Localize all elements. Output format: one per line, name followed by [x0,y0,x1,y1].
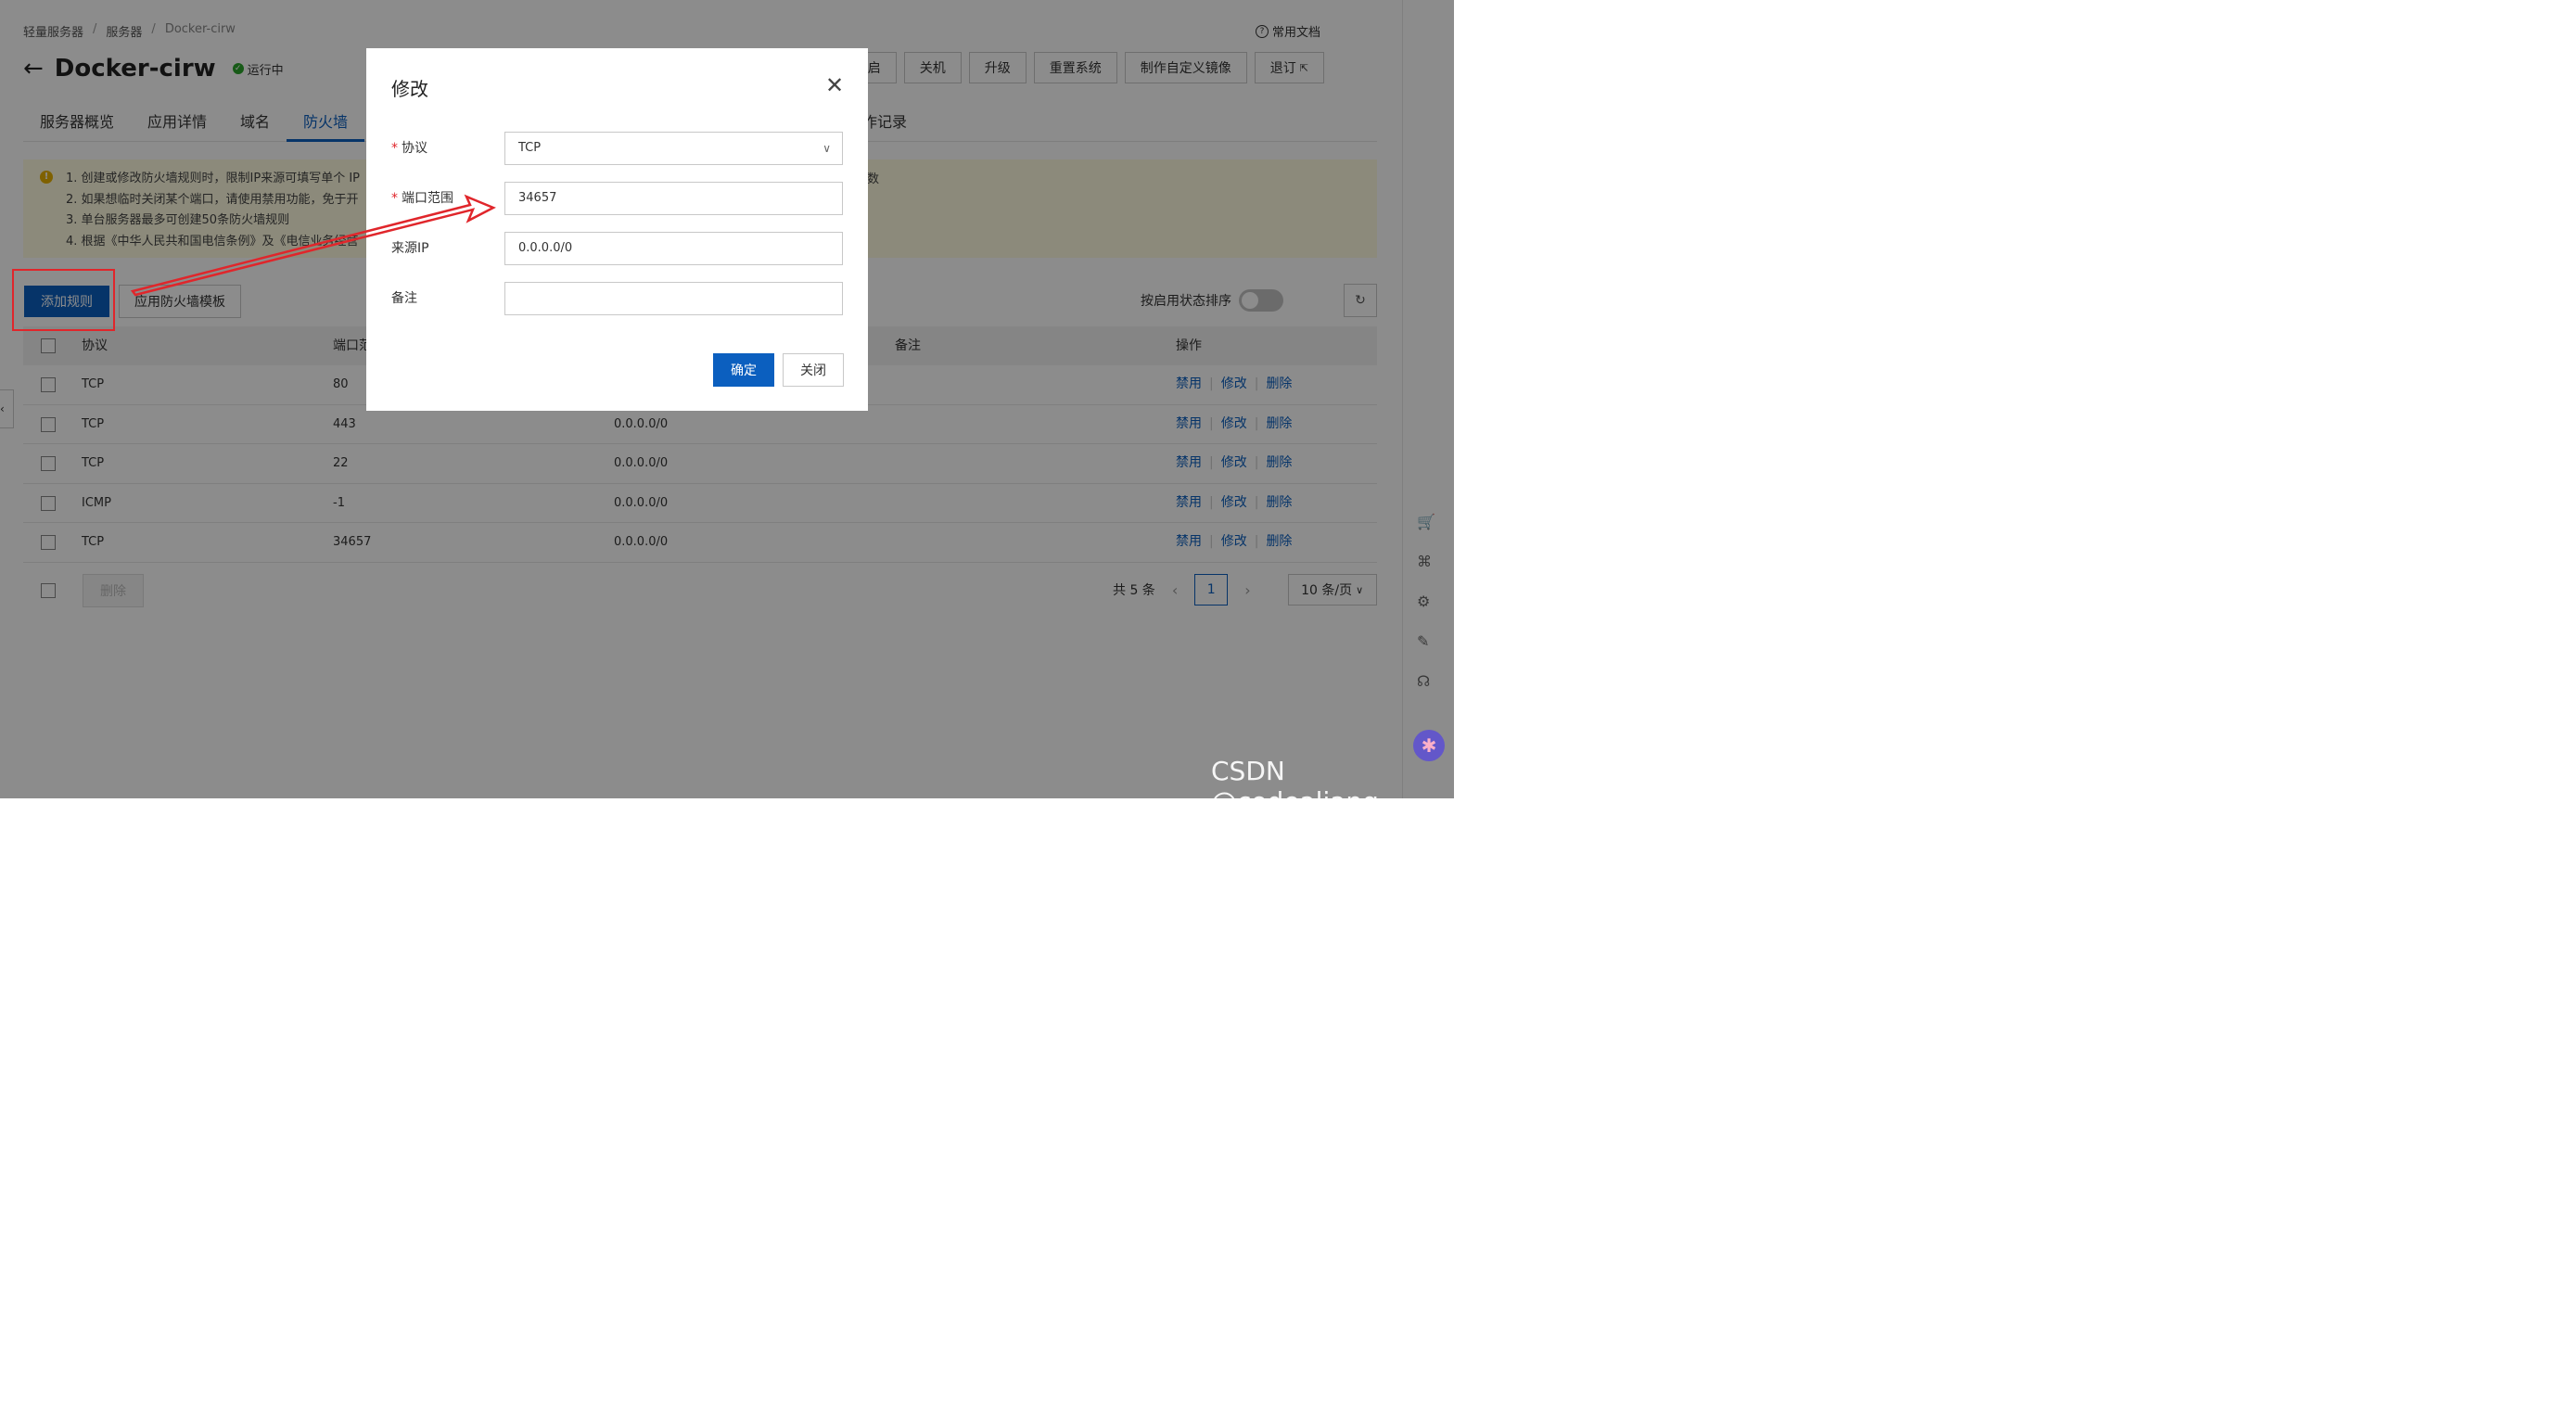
remark-input[interactable] [504,282,843,315]
required-mark: * [391,141,398,156]
port-label-text: 端口范围 [402,191,453,206]
edit-rule-dialog: 修改 ✕ * 协议 TCP ∨ * 端口范围 34657 来源IP 0.0.0.0/0… [366,48,868,411]
watermark: CSDN @codealiang [1211,756,1379,817]
close-icon[interactable]: ✕ [825,74,844,96]
required-mark: * [391,191,398,206]
protocol-select[interactable]: TCP ∨ [504,132,843,165]
source-ip-label: 来源IP [391,241,429,256]
port-label: * 端口范围 [391,182,453,215]
protocol-value: TCP [518,141,542,155]
confirm-button[interactable]: 确定 [713,353,774,387]
chevron-down-icon: ∨ [823,142,831,155]
port-range-input[interactable]: 34657 [504,182,843,215]
source-ip-input[interactable]: 0.0.0.0/0 [504,232,843,265]
dialog-title: 修改 [391,78,428,100]
annotation-highlight-box [12,269,115,331]
remark-label: 备注 [391,291,417,306]
protocol-label-text: 协议 [402,141,427,156]
cancel-button[interactable]: 关闭 [783,353,844,387]
protocol-label: * 协议 [391,132,427,165]
